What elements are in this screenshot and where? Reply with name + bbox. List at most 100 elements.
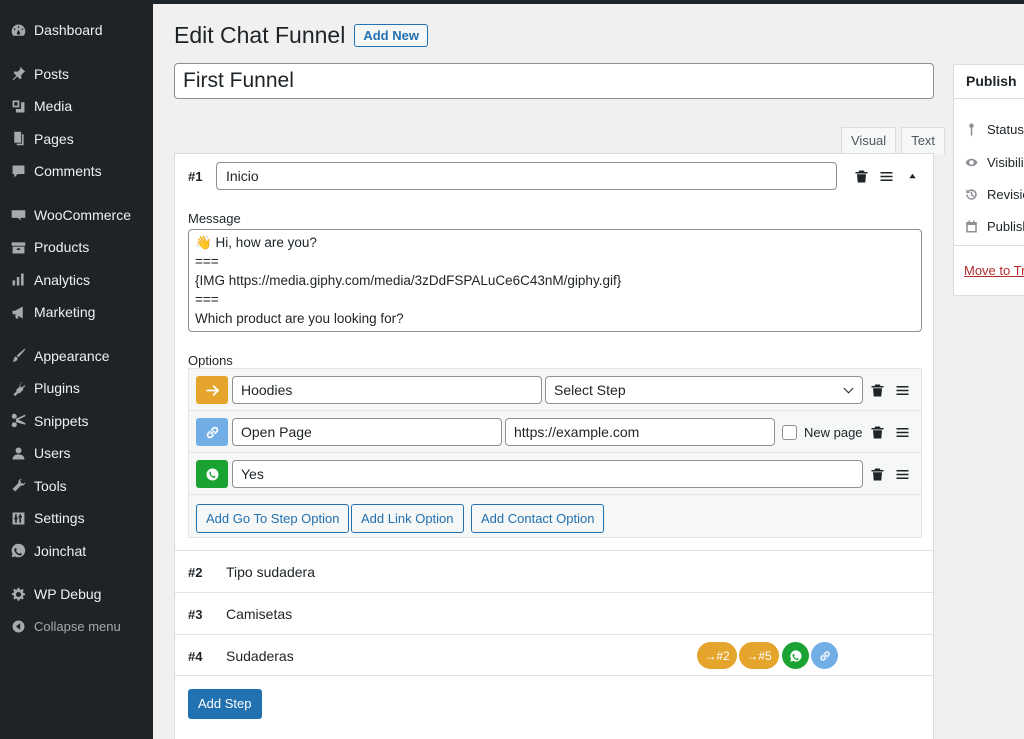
archive-icon <box>8 237 28 257</box>
arrow-right-icon <box>196 376 228 404</box>
link-icon <box>196 418 228 446</box>
option-text-input[interactable]: Yes <box>232 460 863 488</box>
sidebar-item-settings[interactable]: Settings <box>0 502 153 535</box>
sidebar-item-plugins[interactable]: Plugins <box>0 372 153 405</box>
history-icon <box>966 189 977 200</box>
sidebar-item-label: Snippets <box>34 412 89 429</box>
sidebar-item-media[interactable]: Media <box>0 90 153 123</box>
sidebar-item-woocommerce[interactable]: WooCommerce <box>0 199 153 232</box>
trash-icon[interactable] <box>869 466 885 482</box>
step-row[interactable]: #4 Sudaderas →#2 →#5 <box>175 634 933 676</box>
message-label: Message <box>188 211 241 226</box>
move-to-trash-link[interactable]: Move to Tr <box>964 263 1024 278</box>
tab-visual[interactable]: Visual <box>841 127 897 154</box>
option-text-input[interactable]: Hoodies <box>232 376 542 404</box>
pin-icon <box>8 64 28 84</box>
funnel-steps-box: #1 Inicio Message 👋 Hi, how are you? ===… <box>174 153 934 739</box>
step-row[interactable]: #2 Tipo sudadera <box>175 550 933 592</box>
sidebar-item-appearance[interactable]: Appearance <box>0 340 153 373</box>
message-textarea[interactable]: 👋 Hi, how are you? === {IMG https://medi… <box>188 229 922 332</box>
trash-icon[interactable] <box>869 424 885 440</box>
url-input[interactable]: https://example.com <box>505 418 775 446</box>
step-row[interactable]: #3 Camisetas <box>175 592 933 634</box>
drag-handle-icon[interactable] <box>894 466 910 482</box>
editor-tabs: Visual Text <box>836 127 946 154</box>
sidebar-item-comments[interactable]: Comments <box>0 155 153 188</box>
step-name-input[interactable]: Inicio <box>216 162 837 190</box>
add-go-to-step-option-button[interactable]: Add Go To Step Option <box>196 504 350 533</box>
revisions-label: Revisio <box>987 187 1024 202</box>
select-step-value: Select Step <box>554 382 626 398</box>
select-step-dropdown[interactable]: Select Step <box>545 376 863 404</box>
publish-visibility-row: Visibili <box>964 155 1024 170</box>
publish-status-row: Status <box>964 122 1024 137</box>
step-title: Camisetas <box>226 606 293 622</box>
goto-step-pill: →#5 <box>739 642 779 669</box>
sidebar-item-dashboard[interactable]: Dashboard <box>0 14 153 47</box>
sidebar-item-label: Joinchat <box>34 542 87 559</box>
sidebar-item-label: Marketing <box>34 304 96 321</box>
publish-revisions-row: Revisio <box>964 187 1024 202</box>
woo-icon <box>8 205 28 225</box>
option-text-input[interactable]: Open Page <box>232 418 502 446</box>
step-number: #4 <box>188 649 203 664</box>
trash-icon[interactable] <box>869 382 885 398</box>
scissors-icon <box>8 411 28 431</box>
sliders-icon <box>8 508 28 528</box>
status-label: Status <box>987 122 1024 137</box>
add-contact-option-button[interactable]: Add Contact Option <box>471 504 605 533</box>
sidebar-item-marketing[interactable]: Marketing <box>0 296 153 329</box>
sidebar-item-label: Media <box>34 98 73 115</box>
sidebar-item-posts[interactable]: Posts <box>0 58 153 91</box>
pages-icon <box>8 129 28 149</box>
sidebar-item-pages[interactable]: Pages <box>0 123 153 156</box>
link-icon <box>811 642 838 669</box>
drag-handle-icon[interactable] <box>894 382 910 398</box>
main-content: Edit Chat Funnel Add New First Funnel Vi… <box>153 0 1024 739</box>
tab-text[interactable]: Text <box>901 127 946 154</box>
plug-icon <box>8 378 28 398</box>
whatsapp-icon <box>782 642 809 669</box>
trash-icon[interactable] <box>853 168 869 184</box>
options-label: Options <box>188 353 233 368</box>
step-number: #3 <box>188 607 203 622</box>
step-number: #2 <box>188 565 203 580</box>
sidebar-item-label: WooCommerce <box>34 206 131 223</box>
sidebar-item-wp-debug[interactable]: WP Debug <box>0 578 153 611</box>
whatsapp-icon <box>8 541 28 561</box>
sidebar-item-label: Tools <box>34 477 67 494</box>
collapse-menu-button[interactable]: Collapse menu <box>0 611 153 644</box>
drag-handle-icon[interactable] <box>894 424 910 440</box>
sidebar-item-label: Dashboard <box>34 22 103 39</box>
add-link-option-button[interactable]: Add Link Option <box>351 504 464 533</box>
sidebar-item-label: Settings <box>34 510 85 527</box>
sidebar-item-label: Pages <box>34 130 74 147</box>
sidebar-item-label: Comments <box>34 163 102 180</box>
step-title: Tipo sudadera <box>226 564 315 580</box>
sidebar-item-joinchat[interactable]: Joinchat <box>0 535 153 568</box>
wrench-icon <box>8 476 28 496</box>
publish-title: Publish <box>954 65 1024 99</box>
sidebar-item-users[interactable]: Users <box>0 437 153 470</box>
step-1-header: #1 Inicio <box>175 154 933 198</box>
bar-chart-icon <box>8 270 28 290</box>
comment-icon <box>8 161 28 181</box>
gear-icon <box>8 584 28 604</box>
page-title: Edit Chat Funnel <box>174 22 346 48</box>
add-step-button[interactable]: Add Step <box>188 689 262 719</box>
sidebar-item-tools[interactable]: Tools <box>0 470 153 503</box>
sidebar-item-label: Products <box>34 239 90 256</box>
add-new-button[interactable]: Add New <box>354 24 428 47</box>
collapse-arrow-icon[interactable] <box>904 168 920 184</box>
publish-date-row: Publish <box>964 219 1024 234</box>
sidebar-item-label: Posts <box>34 65 70 82</box>
sidebar-item-products[interactable]: Products <box>0 231 153 264</box>
new-page-checkbox[interactable] <box>782 425 797 440</box>
step-title: Sudaderas <box>226 648 294 664</box>
sidebar-item-snippets[interactable]: Snippets <box>0 405 153 438</box>
page-header: Edit Chat Funnel Add New <box>174 22 428 49</box>
drag-handle-icon[interactable] <box>878 168 894 184</box>
sidebar-item-analytics[interactable]: Analytics <box>0 264 153 297</box>
visibility-label: Visibili <box>987 155 1024 170</box>
post-title-input[interactable]: First Funnel <box>174 63 934 99</box>
